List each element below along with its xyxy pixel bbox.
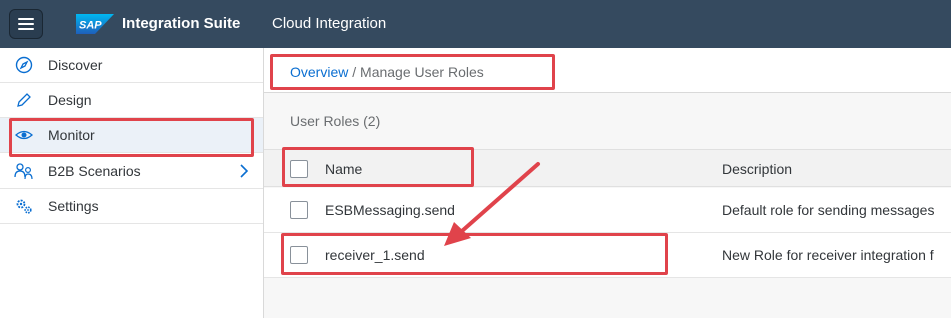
- table-row[interactable]: receiver_1.send New Role for receiver in…: [264, 233, 951, 278]
- sidebar-item-label: B2B Scenarios: [48, 163, 141, 179]
- breadcrumb: Overview / Manage User Roles: [290, 64, 484, 80]
- role-description: New Role for receiver integration f: [722, 247, 934, 263]
- b2b-users-icon: [14, 161, 34, 181]
- row-checkbox[interactable]: [290, 201, 308, 219]
- main-content: Overview / Manage User Roles User Roles …: [264, 48, 951, 318]
- breadcrumb-bar: Overview / Manage User Roles: [264, 48, 951, 93]
- breadcrumb-separator: /: [348, 64, 361, 80]
- menu-icon-bar: [18, 28, 34, 30]
- breadcrumb-link-overview[interactable]: Overview: [290, 64, 348, 80]
- column-header-description[interactable]: Description: [722, 161, 792, 177]
- hamburger-menu-button[interactable]: [9, 9, 43, 39]
- side-navigation: Discover Design Monitor B2B Scenarios Se…: [0, 48, 264, 318]
- sidebar-item-label: Settings: [48, 198, 99, 214]
- gears-icon: [14, 196, 34, 216]
- table-row[interactable]: ESBMessaging.send Default role for sendi…: [264, 188, 951, 233]
- sidebar-item-label: Discover: [48, 57, 103, 73]
- sidebar-item-b2b-scenarios[interactable]: B2B Scenarios: [0, 154, 263, 189]
- sidebar-item-label: Design: [48, 92, 92, 108]
- product-title: Integration Suite: [122, 15, 241, 32]
- row-checkbox[interactable]: [290, 246, 308, 264]
- role-name: receiver_1.send: [325, 247, 425, 263]
- chevron-right-icon[interactable]: [239, 164, 249, 183]
- app-subtitle: Cloud Integration: [272, 15, 387, 32]
- role-description: Default role for sending messages: [722, 202, 935, 218]
- role-name: ESBMessaging.send: [325, 202, 455, 218]
- column-header-name[interactable]: Name: [325, 161, 362, 177]
- shell-bar: SAP Integration Suite Cloud Integration: [0, 0, 951, 48]
- sap-logo[interactable]: SAP: [76, 14, 114, 34]
- menu-icon-bar: [18, 23, 34, 25]
- table-title: User Roles (2): [290, 113, 381, 129]
- eye-icon: [14, 125, 34, 145]
- sidebar-item-monitor[interactable]: Monitor: [0, 118, 263, 153]
- compass-icon: [14, 55, 34, 75]
- select-all-checkbox[interactable]: [290, 160, 308, 178]
- sidebar-item-discover[interactable]: Discover: [0, 48, 263, 83]
- breadcrumb-current: Manage User Roles: [360, 64, 484, 80]
- sidebar-item-label: Monitor: [48, 127, 95, 143]
- sap-logo-text: SAP: [79, 20, 102, 32]
- table-header: Name Description: [264, 149, 951, 187]
- pencil-icon: [14, 90, 34, 110]
- sidebar-item-settings[interactable]: Settings: [0, 189, 263, 224]
- sidebar-item-design[interactable]: Design: [0, 83, 263, 118]
- menu-icon: [18, 18, 34, 20]
